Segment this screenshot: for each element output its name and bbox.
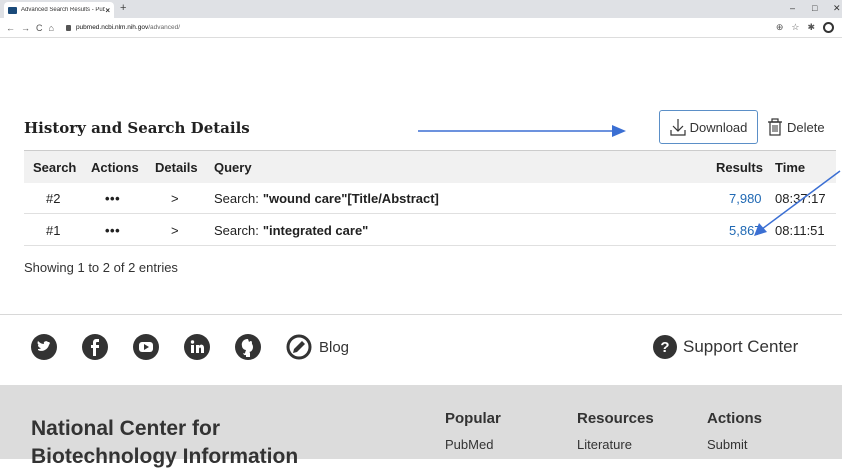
download-icon bbox=[669, 119, 686, 136]
zoom-icon[interactable]: ⊕ bbox=[776, 22, 784, 33]
bookmark-star-icon[interactable]: ☆ bbox=[791, 22, 799, 33]
query-cell: Search: "integrated care" bbox=[214, 215, 368, 245]
github-icon[interactable] bbox=[235, 334, 261, 360]
youtube-icon[interactable] bbox=[133, 334, 159, 360]
footer-heading: Resources bbox=[577, 410, 654, 427]
blog-link[interactable]: Blog bbox=[319, 339, 349, 356]
url-field[interactable]: pubmed.ncbi.nlm.nih.gov/advanced/ bbox=[76, 24, 180, 31]
browser-tab[interactable]: Advanced Search Results - PubMe × bbox=[4, 2, 114, 18]
table-row: #2 ••• > Search: "wound care"[Title/Abst… bbox=[24, 183, 836, 214]
trash-icon bbox=[768, 118, 782, 136]
reload-button[interactable]: C bbox=[36, 23, 43, 33]
support-center-link[interactable]: ? Support Center bbox=[653, 333, 798, 361]
column-header-actions: Actions bbox=[91, 159, 139, 175]
footer-link-submit[interactable]: Submit bbox=[707, 437, 762, 452]
ncbi-name: National Center for Biotechnology Inform… bbox=[31, 415, 298, 471]
query-prefix: Search: bbox=[214, 190, 259, 206]
org-name-line: Biotechnology Information bbox=[31, 445, 299, 468]
footer-link-literature[interactable]: Literature bbox=[577, 437, 654, 452]
footer-column-resources: Resources Literature bbox=[577, 410, 654, 452]
footer-heading: Popular bbox=[445, 410, 501, 427]
delete-label: Delete bbox=[787, 119, 825, 135]
actions-menu-button[interactable]: ••• bbox=[105, 215, 120, 245]
extensions-icon[interactable]: ✱ bbox=[807, 22, 815, 33]
profile-icon[interactable] bbox=[823, 22, 834, 33]
blog-icon[interactable] bbox=[286, 334, 312, 360]
new-tab-button[interactable]: + bbox=[120, 2, 126, 14]
column-header-query: Query bbox=[214, 159, 252, 175]
close-window-button[interactable]: ✕ bbox=[833, 3, 841, 14]
query-cell: Search: "wound care"[Title/Abstract] bbox=[214, 183, 439, 213]
query-text: "wound care"[Title/Abstract] bbox=[262, 190, 439, 206]
download-label: Download bbox=[689, 119, 748, 135]
entries-summary: Showing 1 to 2 of 2 entries bbox=[24, 260, 178, 275]
query-text: "integrated care" bbox=[262, 222, 369, 238]
forward-button[interactable]: → bbox=[21, 23, 30, 33]
table-row: #1 ••• > Search: "integrated care" 5,867… bbox=[24, 215, 836, 246]
footer-column-actions: Actions Submit bbox=[707, 410, 762, 452]
tab-close-icon[interactable]: × bbox=[105, 6, 110, 15]
column-header-details: Details bbox=[155, 159, 198, 175]
lock-icon bbox=[65, 24, 71, 31]
query-prefix: Search: bbox=[214, 222, 259, 238]
footer-column-popular: Popular PubMed bbox=[445, 410, 501, 452]
search-number: #2 bbox=[46, 190, 61, 206]
browser-tab-bar: Advanced Search Results - PubMe × + – □ … bbox=[0, 0, 842, 18]
details-expand-icon[interactable]: > bbox=[171, 183, 179, 213]
org-name-line: National Center for bbox=[31, 417, 221, 440]
column-header-search[interactable]: Search bbox=[33, 151, 76, 183]
help-icon: ? bbox=[653, 335, 677, 359]
footer-link-pubmed[interactable]: PubMed bbox=[445, 437, 501, 452]
facebook-icon[interactable] bbox=[82, 334, 108, 360]
back-button[interactable]: ← bbox=[6, 23, 15, 33]
maximize-button[interactable]: □ bbox=[812, 3, 817, 13]
history-title: History and Search Details bbox=[24, 119, 250, 137]
pubmed-favicon-icon bbox=[8, 6, 17, 14]
home-button[interactable]: ⌂ bbox=[49, 23, 54, 33]
download-button[interactable]: Download bbox=[659, 110, 758, 144]
linkedin-icon[interactable] bbox=[184, 334, 210, 360]
tab-title: Advanced Search Results - PubMe bbox=[21, 7, 106, 13]
social-links: Blog bbox=[31, 333, 349, 361]
annotation-arrow-results bbox=[754, 170, 841, 236]
address-bar: ← → C ⌂ pubmed.ncbi.nlm.nih.gov/advanced… bbox=[0, 18, 842, 38]
footer-heading: Actions bbox=[707, 410, 763, 427]
history-table-header: Search Actions Details Query Results Tim… bbox=[24, 150, 836, 183]
minimize-button[interactable]: – bbox=[790, 3, 795, 13]
delete-button[interactable]: Delete bbox=[767, 110, 825, 144]
browser-actions: ⊕ ☆ ✱ bbox=[776, 22, 834, 33]
actions-menu-button[interactable]: ••• bbox=[105, 183, 120, 213]
support-label: Support Center bbox=[683, 337, 799, 356]
twitter-icon[interactable] bbox=[31, 334, 57, 360]
details-expand-icon[interactable]: > bbox=[171, 215, 179, 245]
search-number: #1 bbox=[46, 222, 61, 238]
site-footer: National Center for Biotechnology Inform… bbox=[0, 385, 842, 468]
annotation-arrow-download bbox=[418, 125, 626, 137]
svg-text:?: ? bbox=[660, 339, 669, 356]
divider bbox=[0, 314, 842, 315]
